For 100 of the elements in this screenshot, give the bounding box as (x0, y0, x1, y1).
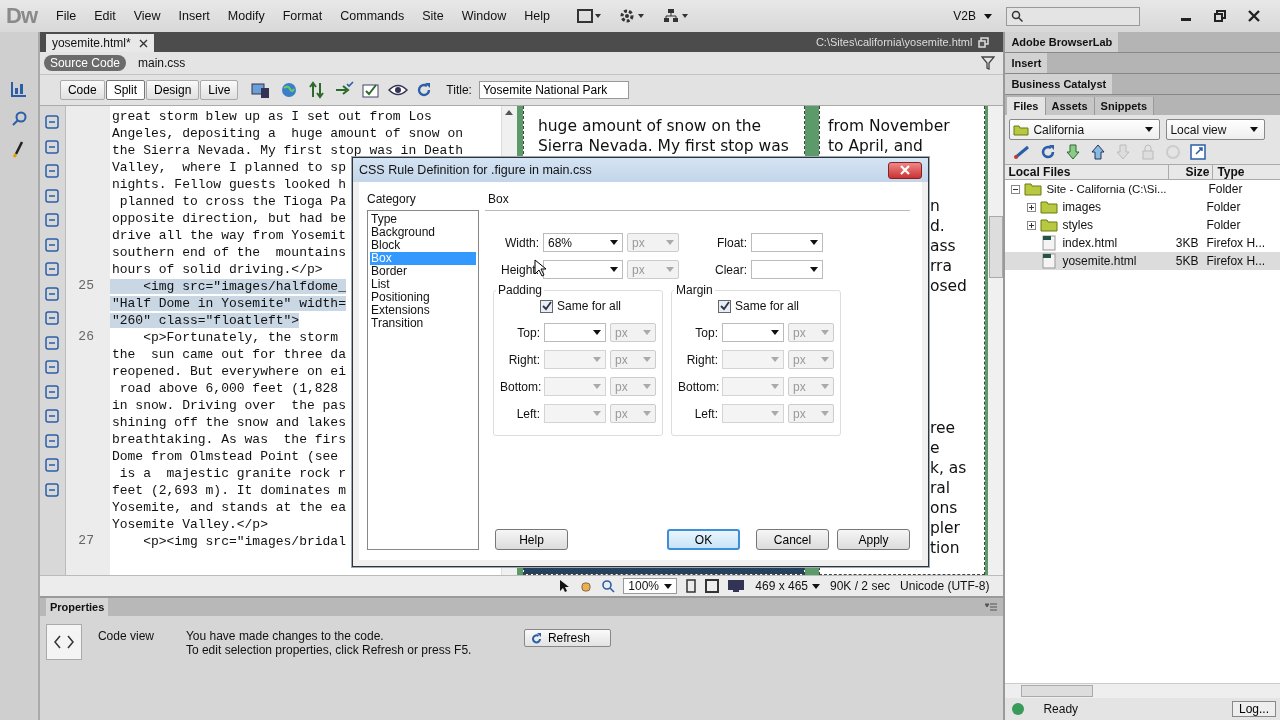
column-header[interactable]: Size (1169, 165, 1214, 179)
related-file-tab[interactable]: Source Code (43, 55, 126, 71)
menu-item[interactable]: Edit (85, 9, 125, 23)
menu-item[interactable]: Insert (169, 9, 219, 23)
file-name[interactable]: yosemite.html (1062, 254, 1161, 268)
title-field[interactable]: Yosemite National Park (478, 81, 629, 99)
panel-header[interactable]: Insert (1005, 53, 1280, 74)
folder-icon (1013, 123, 1030, 136)
log-button[interactable]: Log... (1231, 701, 1276, 717)
zoom-dropdown[interactable]: 100% (623, 578, 678, 594)
menu-item[interactable]: Modify (218, 9, 274, 23)
search-field[interactable] (1006, 6, 1140, 26)
panel-title: Properties (45, 598, 109, 616)
scrollbar-thumb[interactable] (1021, 685, 1094, 697)
category-item[interactable]: Background (370, 226, 476, 239)
restore-icon[interactable] (1214, 10, 1226, 22)
file-name[interactable]: images (1062, 200, 1161, 214)
layout-icon[interactable] (576, 9, 601, 23)
menu-item[interactable]: File (47, 9, 86, 23)
column-header[interactable]: Local Files (1005, 165, 1170, 179)
phone-icon[interactable] (685, 579, 698, 593)
folder-icon (1024, 182, 1043, 196)
refresh-button[interactable]: Refresh (523, 629, 611, 647)
side-label: Right: (685, 352, 718, 367)
checklist-icon[interactable] (361, 81, 382, 99)
view-button[interactable]: Code (59, 80, 105, 100)
file-name[interactable]: Site - California (C:\Si... (1046, 183, 1197, 195)
close-button[interactable] (888, 161, 922, 179)
html-file-icon (1040, 253, 1059, 269)
panel-tab[interactable]: Assets (1045, 97, 1095, 115)
dialog-button[interactable]: OK (667, 529, 740, 550)
category-item[interactable]: Block (370, 239, 476, 252)
zoom-icon[interactable] (601, 579, 616, 593)
category-item[interactable]: Positioning (370, 291, 476, 304)
restore-icon[interactable] (978, 36, 990, 48)
page-text: osed (929, 276, 968, 296)
category-item[interactable]: Type (370, 213, 476, 226)
view-button[interactable]: Design (145, 80, 200, 100)
expand-panel-icon[interactable] (1190, 144, 1207, 160)
page-text: n (929, 196, 941, 216)
category-item[interactable]: List (370, 278, 476, 291)
file-size: 5KB (1174, 254, 1199, 268)
workspace-switcher[interactable]: V2B (953, 9, 992, 23)
close-icon (900, 165, 910, 175)
file-name[interactable]: styles (1062, 218, 1161, 232)
code-line: drive all the way from Yosemit (110, 228, 346, 243)
panel-tab[interactable]: Snippets (1094, 97, 1155, 115)
scrollbar-thumb[interactable] (988, 216, 1003, 278)
monitor-icon[interactable] (727, 579, 746, 593)
panel-menu-icon[interactable] (985, 603, 998, 611)
menu-item[interactable]: Site (413, 9, 453, 23)
message-text: To edit selection properties, click Refresh or press F5. (185, 643, 473, 657)
menu-item[interactable]: Help (515, 9, 559, 23)
code-line: planned to cross the Tioga Pa (118, 194, 346, 209)
category-item[interactable]: Transition (370, 317, 476, 330)
page-text: huge amount of snow on the (537, 116, 763, 136)
panel-header[interactable]: Adobe BrowserLab (1005, 32, 1280, 53)
chart-icon[interactable] (9, 80, 28, 98)
menu-item[interactable]: Commands (331, 9, 414, 23)
up-arrow-icon[interactable] (1090, 144, 1107, 160)
down-arrow-icon[interactable] (1065, 144, 1082, 160)
tablet-icon[interactable] (705, 579, 720, 593)
related-file-tab[interactable]: main.css (132, 55, 192, 71)
connect-icon[interactable] (1013, 144, 1032, 160)
menu-item[interactable]: Window (452, 9, 516, 23)
site-map-icon[interactable] (662, 8, 689, 24)
window-size[interactable]: 469 x 465 (755, 579, 820, 593)
close-icon[interactable] (138, 38, 148, 48)
file-name[interactable]: index.html (1062, 236, 1161, 250)
site-dropdown[interactable]: California (1009, 119, 1161, 140)
column-header[interactable]: Type (1213, 165, 1245, 179)
dialog-button[interactable]: Cancel (756, 529, 829, 550)
scroll-up-icon[interactable] (505, 110, 514, 115)
view-dropdown[interactable]: Local view (1166, 119, 1266, 140)
checkbox[interactable] (540, 299, 553, 313)
panel-tab[interactable]: Files (1007, 97, 1046, 115)
file-type: Firefox H... (1205, 254, 1266, 268)
code-line: reopened. But everywhere on ei (110, 364, 346, 379)
dialog-button[interactable]: Apply (837, 529, 910, 550)
panel-header[interactable]: Business Catalyst (1005, 74, 1280, 95)
checkbox-label: Same for all (735, 299, 800, 313)
section-title: Box (485, 192, 910, 211)
menu-item[interactable]: Format (273, 9, 332, 23)
refresh-icon[interactable] (1040, 144, 1057, 160)
file-type: Folder (1207, 182, 1243, 196)
category-item[interactable]: Extensions (370, 304, 476, 317)
help-button[interactable]: Help (495, 529, 568, 550)
view-button[interactable]: Live (200, 80, 239, 100)
menu-item[interactable]: View (124, 9, 170, 23)
code-line: Yosemite, and stands at the ea (110, 500, 346, 515)
filter-icon[interactable] (981, 56, 996, 70)
document-tab[interactable]: yosemite.html* (45, 34, 154, 52)
check-in-icon[interactable] (1115, 144, 1132, 160)
width-label: Width: (504, 235, 539, 250)
width-combo[interactable]: 68% (543, 233, 623, 252)
category-item[interactable]: Border (370, 265, 476, 278)
settings-icon[interactable] (618, 8, 645, 24)
checkbox[interactable] (718, 299, 731, 313)
view-button[interactable]: Split (105, 80, 145, 100)
close-icon[interactable] (1248, 10, 1260, 22)
